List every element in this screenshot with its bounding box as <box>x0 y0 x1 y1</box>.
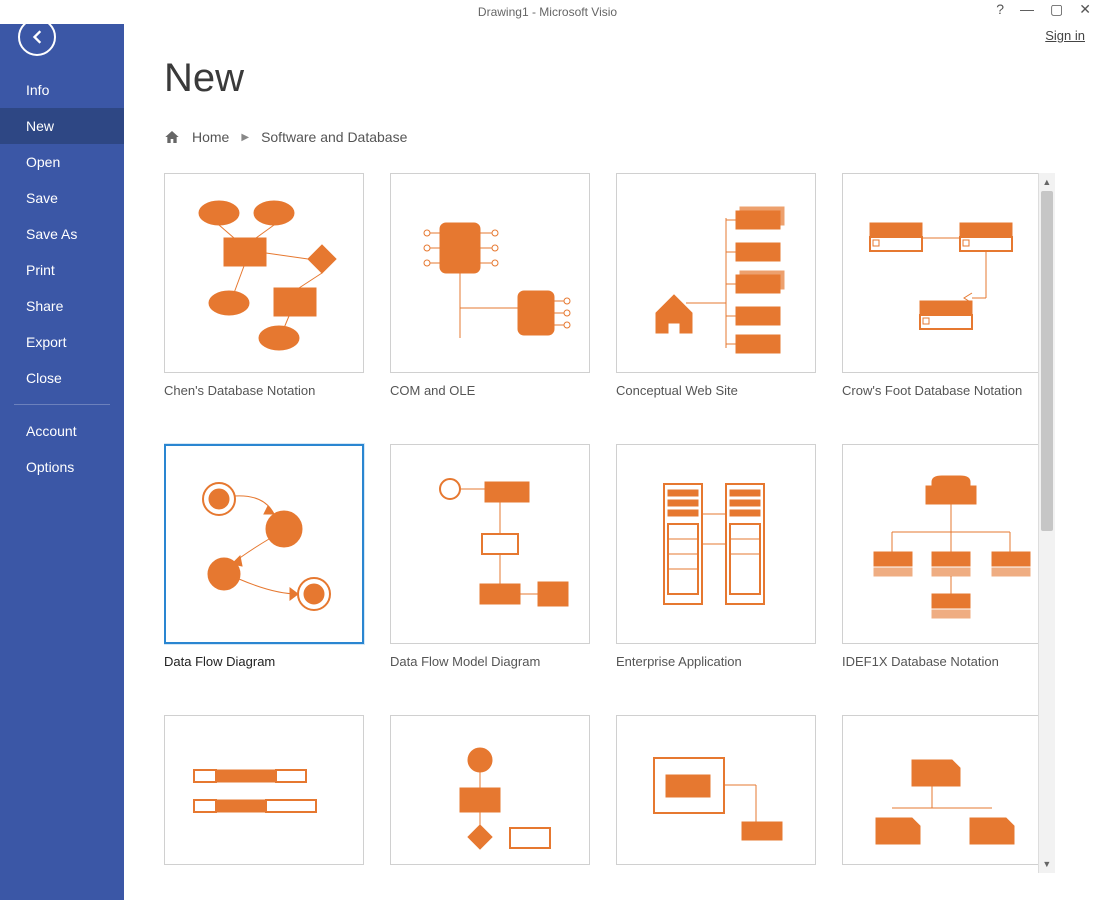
nav-export[interactable]: Export <box>0 324 124 360</box>
scroll-down-icon[interactable]: ▼ <box>1039 855 1055 873</box>
nav-close[interactable]: Close <box>0 360 124 396</box>
template-item[interactable] <box>390 715 600 873</box>
template-thumbnail <box>164 715 364 865</box>
window-title: Drawing1 - Microsoft Visio <box>478 5 617 19</box>
arrow-left-icon <box>27 27 47 47</box>
nav-save[interactable]: Save <box>0 180 124 216</box>
template-thumbnail <box>164 173 364 373</box>
page-title: New <box>164 56 1055 101</box>
template-thumbnail <box>842 173 1038 373</box>
nav-account[interactable]: Account <box>0 413 124 449</box>
template-thumbnail <box>616 715 816 865</box>
template-label: Chen's Database Notation <box>164 383 374 398</box>
breadcrumb: Home ▶ Software and Database <box>164 129 1055 145</box>
template-item[interactable] <box>842 715 1038 873</box>
template-chens-database[interactable]: Chen's Database Notation <box>164 173 374 406</box>
template-item[interactable] <box>616 715 826 873</box>
backstage-sidebar: Info New Open Save Save As Print Share E… <box>0 0 124 900</box>
breadcrumb-current[interactable]: Software and Database <box>261 129 407 145</box>
maximize-icon[interactable]: ▢ <box>1050 2 1063 16</box>
template-thumbnail <box>616 173 816 373</box>
home-icon[interactable] <box>164 129 180 145</box>
template-item[interactable] <box>164 715 374 873</box>
nav-open[interactable]: Open <box>0 144 124 180</box>
template-thumbnail <box>616 444 816 644</box>
template-thumbnail <box>842 444 1038 644</box>
template-thumbnail <box>164 444 364 644</box>
template-label: Enterprise Application <box>616 654 826 669</box>
scroll-up-icon[interactable]: ▲ <box>1039 173 1055 191</box>
breadcrumb-home[interactable]: Home <box>192 129 229 145</box>
nav-separator <box>14 404 110 405</box>
scroll-thumb[interactable] <box>1041 191 1053 531</box>
chevron-right-icon: ▶ <box>241 132 249 143</box>
template-thumbnail <box>842 715 1038 865</box>
sign-in-link[interactable]: Sign in <box>1045 28 1085 43</box>
template-crows-foot[interactable]: Crow's Foot Database Notation <box>842 173 1038 406</box>
template-thumbnail <box>390 444 590 644</box>
template-label: Data Flow Model Diagram <box>390 654 600 669</box>
template-data-flow-diagram[interactable]: Data Flow Diagram <box>164 444 374 677</box>
template-data-flow-model[interactable]: Data Flow Model Diagram <box>390 444 600 677</box>
template-label: Data Flow Diagram <box>164 654 374 669</box>
nav-print[interactable]: Print <box>0 252 124 288</box>
template-thumbnail <box>390 173 590 373</box>
title-bar: Drawing1 - Microsoft Visio ? — ▢ ✕ <box>0 0 1095 24</box>
nav-share[interactable]: Share <box>0 288 124 324</box>
nav-info[interactable]: Info <box>0 72 124 108</box>
close-icon[interactable]: ✕ <box>1079 2 1091 16</box>
template-label: Crow's Foot Database Notation <box>842 383 1038 398</box>
template-enterprise-app[interactable]: Enterprise Application <box>616 444 826 677</box>
nav-options[interactable]: Options <box>0 449 124 485</box>
template-idef1x[interactable]: IDEF1X Database Notation <box>842 444 1038 677</box>
nav-new[interactable]: New <box>0 108 124 144</box>
scrollbar[interactable]: ▲ ▼ <box>1038 173 1055 873</box>
template-thumbnail <box>390 715 590 865</box>
template-label: Conceptual Web Site <box>616 383 826 398</box>
template-label: COM and OLE <box>390 383 600 398</box>
main-panel: New Home ▶ Software and Database <box>124 0 1095 900</box>
template-conceptual-web[interactable]: Conceptual Web Site <box>616 173 826 406</box>
template-label: IDEF1X Database Notation <box>842 654 1038 669</box>
template-com-ole[interactable]: COM and OLE <box>390 173 600 406</box>
nav-save-as[interactable]: Save As <box>0 216 124 252</box>
help-icon[interactable]: ? <box>996 2 1004 16</box>
minimize-icon[interactable]: — <box>1020 2 1034 16</box>
template-grid: Chen's Database Notation <box>164 173 1038 873</box>
